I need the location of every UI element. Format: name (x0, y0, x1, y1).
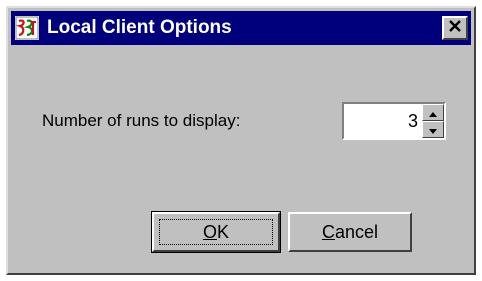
cancel-button[interactable]: Cancel (288, 212, 412, 252)
runs-label: Number of runs to display: (42, 111, 241, 130)
app-icon (15, 16, 39, 40)
dialog-window: Local Client Options Number of runs to d… (6, 6, 476, 275)
runs-input[interactable]: 3 (344, 104, 422, 138)
ok-label: OK (203, 222, 229, 243)
ok-mnemonic: O (202, 221, 217, 242)
arrow-up-icon (429, 104, 437, 122)
title-bar[interactable]: Local Client Options (11, 11, 471, 45)
runs-spinner[interactable]: 3 (342, 102, 446, 140)
spin-down-button[interactable] (422, 121, 444, 138)
window-title: Local Client Options (47, 17, 232, 38)
close-icon (448, 19, 462, 37)
cancel-mnemonic: C (321, 221, 335, 242)
ok-label-rest: K (217, 221, 230, 242)
cancel-label-rest: ancel (334, 221, 379, 242)
close-button[interactable] (442, 16, 468, 40)
spin-up-button[interactable] (422, 104, 444, 121)
arrow-down-icon (429, 121, 437, 139)
ok-button[interactable]: OK (151, 211, 281, 253)
cancel-label: Cancel (322, 222, 378, 243)
